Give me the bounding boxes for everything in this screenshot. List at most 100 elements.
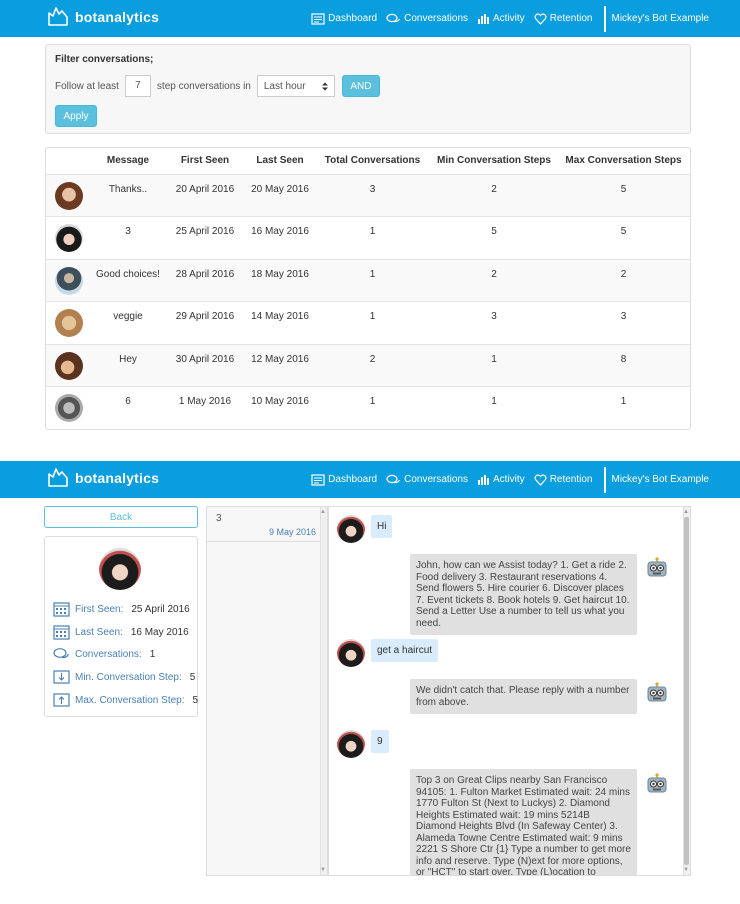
cell-last-seen: 10 May 2016 — [246, 386, 314, 429]
and-button[interactable]: AND — [341, 75, 380, 97]
nav-conversations[interactable]: Conversations — [386, 13, 468, 25]
filter-panel: Filter conversations; Follow at least 7 … — [45, 44, 691, 134]
nav-activity[interactable]: Activity — [477, 474, 525, 486]
first-seen-value: 25 April 2016 — [131, 603, 190, 615]
chat-bubbles-icon — [386, 474, 401, 483]
max-step-stat: Max. Conversation Step: 5 — [53, 693, 198, 708]
chat-scrollbar[interactable]: ▲ ▼ — [683, 507, 690, 875]
last-seen-value: 16 May 2016 — [130, 626, 189, 638]
cell-first-seen: 25 April 2016 — [164, 216, 246, 260]
bar-chart-icon — [478, 474, 490, 485]
column-header: First Seen — [180, 155, 230, 167]
brand-name: botanalytics — [75, 9, 160, 25]
avatar — [55, 181, 83, 210]
max-step-label: Max. Conversation Step: — [75, 695, 185, 706]
chat-bubbles-icon — [386, 13, 401, 22]
user-profile-panel: First Seen: 25 April 2016 Last Seen: 16 … — [44, 536, 198, 717]
nav-activity[interactable]: Activity — [477, 13, 525, 25]
user-message: get a haircut — [371, 639, 439, 662]
nav-divider — [603, 466, 606, 493]
conversation-list: 3 9 May 2016 ▲ ▼ — [206, 506, 328, 876]
filter-title: Filter conversations; — [55, 54, 154, 65]
filter-prefix: Follow at least — [55, 80, 119, 92]
cell-max-steps: 1 — [557, 386, 690, 429]
cell-total: 2 — [314, 343, 431, 387]
scroll-down-arrow-icon[interactable]: ▼ — [683, 867, 689, 873]
last-seen-label: Last Seen: — [75, 626, 123, 638]
cell-first-seen: 29 April 2016 — [164, 301, 246, 345]
scroll-up-arrow-icon[interactable]: ▲ — [683, 509, 689, 515]
table-row[interactable]: Good choices! 28 April 2016 18 May 2016 … — [46, 258, 690, 302]
nav-retention-label: Retention — [549, 13, 593, 24]
back-button[interactable]: Back — [44, 506, 198, 528]
avatar — [55, 309, 83, 338]
avatar — [55, 394, 83, 423]
nav-dashboard[interactable]: Dashboard — [311, 473, 377, 486]
arrow-up-box-icon — [53, 693, 70, 707]
cell-min-steps: 3 — [431, 301, 557, 345]
bot-message: Top 3 on Great Clips nearby San Francisc… — [410, 769, 637, 875]
nav-conversations[interactable]: Conversations — [386, 474, 468, 486]
conversations-label: Conversations: — [75, 648, 142, 660]
top-navbar: botanalytics Dashboard Conversations Act… — [0, 461, 740, 498]
nav-dashboard[interactable]: Dashboard — [311, 12, 377, 25]
cell-last-seen: 18 May 2016 — [246, 258, 314, 302]
table-row[interactable]: Hey 30 April 2016 12 May 2016 2 1 8 — [46, 343, 690, 387]
nav-links: Dashboard Conversations Activity Retenti… — [311, 461, 740, 498]
select-arrows-icon — [321, 82, 328, 90]
cell-total: 1 — [314, 216, 431, 260]
conversation-message: 3 — [216, 513, 222, 524]
robot-icon — [647, 682, 667, 702]
avatar — [55, 351, 83, 380]
conversations-value: 1 — [149, 648, 156, 660]
brand[interactable]: botanalytics — [47, 6, 159, 28]
calendar-icon — [53, 602, 70, 617]
cell-total: 3 — [314, 173, 431, 217]
user-avatar — [337, 639, 365, 667]
scroll-up-arrow-icon[interactable]: ▲ — [320, 509, 326, 515]
bot-name[interactable]: Mickey's Bot Example — [612, 13, 710, 24]
bot-name[interactable]: Mickey's Bot Example — [612, 474, 710, 485]
min-step-stat: Min. Conversation Step: 5 — [53, 670, 195, 685]
cell-message: Good choices! — [92, 258, 164, 302]
min-step-value: 5 — [189, 672, 196, 683]
nav-links: Dashboard Conversations Activity Retenti… — [311, 0, 740, 37]
chat-bubbles-icon — [53, 648, 70, 659]
column-header: Min Conversation Steps — [437, 155, 551, 167]
conversation-list-item[interactable]: 3 9 May 2016 — [207, 507, 327, 542]
cell-max-steps: 2 — [557, 258, 690, 302]
max-step-value: 5 — [192, 695, 199, 706]
cell-total: 1 — [314, 258, 431, 302]
column-header: Total Conversations — [324, 155, 421, 167]
table-row[interactable]: veggie 29 April 2016 14 May 2016 1 3 3 — [46, 301, 690, 345]
table-row[interactable]: 3 25 April 2016 16 May 2016 1 5 5 — [46, 216, 690, 260]
brand[interactable]: botanalytics — [47, 467, 159, 489]
table-header-row: Message First Seen Last Seen Total Conve… — [46, 148, 690, 174]
nav-retention[interactable]: Retention — [534, 13, 593, 25]
cell-first-seen: 28 April 2016 — [164, 258, 246, 302]
table-row[interactable]: 6 1 May 2016 10 May 2016 1 1 1 — [46, 386, 690, 429]
conversations-stat: Conversations: 1 — [53, 647, 155, 661]
cell-max-steps: 5 — [557, 216, 690, 260]
avatar — [55, 266, 83, 295]
steps-input[interactable]: 7 — [124, 75, 151, 97]
scroll-down-arrow-icon[interactable]: ▼ — [320, 867, 326, 873]
table-row[interactable]: Thanks.. 20 April 2016 20 May 2016 3 2 5 — [46, 173, 690, 217]
dashboard-icon — [311, 12, 325, 25]
apply-button[interactable]: Apply — [55, 105, 97, 127]
bot-message: We didn't catch that. Please reply with … — [410, 679, 637, 714]
heart-icon — [534, 474, 547, 486]
chat-transcript: Hi John, how can we Assist today? 1. Get… — [328, 506, 691, 876]
period-select[interactable]: Last hour — [256, 75, 335, 97]
cell-last-seen: 16 May 2016 — [246, 216, 314, 260]
cell-message: veggie — [92, 301, 164, 345]
user-message: Hi — [371, 515, 393, 538]
column-header: Message — [106, 155, 150, 167]
nav-retention[interactable]: Retention — [534, 474, 593, 486]
nav-conversations-label: Conversations — [404, 13, 469, 24]
chat-scrollbar-thumb[interactable] — [684, 517, 689, 865]
cell-first-seen: 30 April 2016 — [164, 343, 246, 387]
conversation-list-scrollbar[interactable]: ▲ ▼ — [320, 507, 327, 875]
cell-total: 1 — [314, 386, 431, 429]
cell-first-seen: 20 April 2016 — [164, 173, 246, 217]
